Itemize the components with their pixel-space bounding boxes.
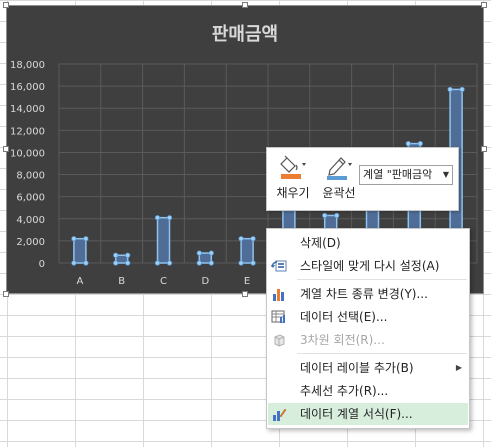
chart-resize-handle-top[interactable]	[242, 2, 248, 8]
bar-selection-handle	[196, 250, 202, 256]
bar-selection-handle	[71, 236, 77, 242]
bar-selection-handle	[405, 141, 411, 147]
bar-selection-handle	[125, 252, 131, 258]
menu-item-select-data[interactable]: 데이터 선택(E)...	[268, 306, 468, 328]
bar-selection-handle	[334, 212, 340, 219]
bar	[156, 216, 171, 264]
y-tick-label: 18,000	[10, 60, 45, 71]
bar-selection-handle	[125, 260, 131, 266]
bar-selection-handle	[166, 215, 173, 221]
x-tick-label: E	[244, 276, 250, 287]
bar-selection-handle	[83, 260, 89, 266]
outline-button[interactable]: 윤곽선	[317, 152, 361, 204]
y-tick-label: 2,000	[16, 237, 45, 248]
chevron-down-icon: ▼	[440, 166, 452, 184]
y-tick-label: 4,000	[16, 215, 45, 226]
menu-item-3d-rotation[interactable]: 3차원 회전(R)...	[268, 329, 468, 351]
context-menu: 삭제(D) 스타일에 맞게 다시 설정(A) 계열 차트 종류 변경(Y)...…	[266, 228, 470, 429]
bar-selection-handle	[417, 141, 423, 147]
menu-item-delete[interactable]: 삭제(D)	[268, 232, 468, 254]
x-tick-label: A	[76, 276, 83, 287]
3d-rotate-icon	[274, 334, 285, 347]
bar-selection-handle	[196, 260, 202, 266]
outline-label: 윤곽선	[322, 186, 356, 200]
select-data-icon	[271, 310, 285, 323]
series-select-value: 계열 "판매금악	[363, 168, 433, 181]
chart-resize-handle-top-right[interactable]	[481, 2, 487, 8]
series-select-dropdown[interactable]: 계열 "판매금악 ▼	[359, 165, 453, 185]
y-tick-label: 6,000	[16, 193, 45, 204]
menu-separator	[297, 353, 467, 354]
bar-selection-handle	[113, 260, 119, 266]
bar-selection-handle	[322, 212, 328, 219]
pen-icon	[327, 157, 352, 180]
x-tick-label: B	[118, 276, 125, 287]
paint-bucket-icon	[280, 155, 306, 179]
y-tick-label: 16,000	[10, 82, 45, 93]
menu-separator	[297, 279, 467, 280]
bar-selection-handle	[238, 236, 244, 242]
bar-selection-handle	[459, 86, 465, 93]
reset-style-icon	[271, 260, 287, 272]
bar-selection-handle	[154, 215, 161, 221]
chart-resize-handle-bottom-left[interactable]	[3, 291, 9, 297]
bar-selection-handle	[238, 260, 244, 266]
bar-selection-handle	[447, 86, 453, 93]
bar	[73, 237, 87, 264]
bar	[240, 237, 254, 264]
format-mini-toolbar: 채우기 윤곽선 계열 "판매금악 ▼	[266, 147, 459, 211]
bar-selection-handle	[208, 250, 214, 256]
bar-selection-handle	[250, 236, 256, 242]
y-tick-label: 14,000	[10, 104, 45, 115]
fill-label: 채우기	[276, 186, 310, 200]
bar-selection-handle	[250, 260, 256, 266]
chart-resize-handle-left[interactable]	[3, 146, 9, 152]
x-tick-label: D	[201, 276, 209, 287]
menu-item-change-chart-type[interactable]: 계열 차트 종류 변경(Y)...	[268, 283, 468, 305]
menu-item-add-data-labels[interactable]: 데이터 레이블 추가(B) ▶	[268, 357, 468, 379]
bar-selection-handle	[166, 260, 173, 266]
y-tick-label: 0	[39, 259, 45, 270]
y-tick-label: 12,000	[10, 126, 45, 137]
bar-selection-handle	[154, 260, 161, 266]
y-tick-label: 10,000	[10, 148, 45, 159]
y-tick-label: 8,000	[16, 171, 45, 182]
chart-resize-handle-top-left[interactable]	[3, 2, 9, 8]
bar-selection-handle	[83, 236, 89, 242]
format-series-icon	[273, 408, 287, 421]
bar-selection-handle	[113, 252, 119, 258]
submenu-arrow-icon: ▶	[455, 363, 462, 372]
bar-selection-handle	[208, 260, 214, 266]
fill-button[interactable]: 채우기	[271, 152, 315, 204]
chart-resize-handle-bottom[interactable]	[242, 291, 248, 297]
chart-type-icon	[273, 289, 284, 301]
menu-item-reset-style[interactable]: 스타일에 맞게 다시 설정(A)	[268, 255, 468, 277]
menu-item-format-data-series[interactable]: 데이터 계열 서식(F)...	[268, 403, 468, 425]
menu-item-add-trendline[interactable]: 추세선 추가(R)...	[268, 380, 468, 402]
bar-selection-handle	[71, 260, 77, 266]
x-tick-label: C	[160, 276, 167, 287]
chart-resize-handle-right[interactable]	[481, 146, 487, 152]
